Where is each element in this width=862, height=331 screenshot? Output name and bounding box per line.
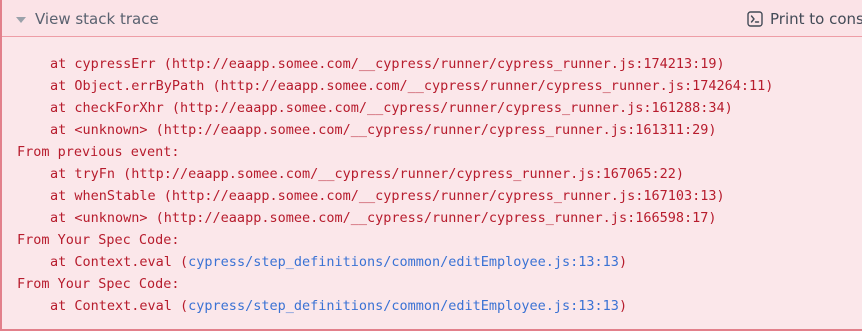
stack-line-suffix: ) (618, 298, 628, 314)
stack-line-text: at <unknown> (http://eaapp.somee.com/__c… (50, 122, 717, 138)
stack-line-text: at Context.eval ( (50, 254, 189, 270)
stack-frame-line: at Object.errByPath (http://eaapp.somee.… (17, 75, 862, 97)
stack-frame-line: at whenStable (http://eaapp.somee.com/__… (17, 185, 862, 207)
stack-line-text: at tryFn (http://eaapp.somee.com/__cypre… (50, 166, 684, 182)
stack-frame-line: at <unknown> (http://eaapp.somee.com/__c… (17, 119, 862, 141)
stack-trace-header: View stack trace Print to cons (2, 0, 862, 37)
stack-frame-line: at checkForXhr (http://eaapp.somee.com/_… (17, 97, 862, 119)
view-stack-trace-toggle[interactable]: View stack trace (16, 8, 159, 30)
stack-section-heading: From Your Spec Code: (17, 273, 862, 295)
stack-section-heading: From previous event: (17, 141, 862, 163)
terminal-icon (747, 11, 763, 27)
stack-frame-line: at Context.eval (cypress/step_definition… (17, 251, 862, 273)
stack-line-text: From Your Spec Code: (17, 232, 180, 248)
stack-line-text: at cypressErr (http://eaapp.somee.com/__… (50, 56, 725, 72)
stack-line-text: at whenStable (http://eaapp.somee.com/__… (50, 188, 725, 204)
error-stack-panel: View stack trace Print to cons at cypres… (0, 0, 862, 331)
stack-line-text: From Your Spec Code: (17, 276, 180, 292)
stack-trace-body: at cypressErr (http://eaapp.somee.com/__… (17, 53, 862, 317)
stack-line-text: at <unknown> (http://eaapp.somee.com/__c… (50, 210, 717, 226)
stack-line-text: at checkForXhr (http://eaapp.somee.com/_… (50, 100, 733, 116)
view-stack-trace-label: View stack trace (35, 10, 159, 28)
stack-line-suffix: ) (618, 254, 628, 270)
stack-frame-line: at <unknown> (http://eaapp.somee.com/__c… (17, 207, 862, 229)
stack-line-text: at Object.errByPath (http://eaapp.somee.… (50, 78, 774, 94)
stack-section-heading: From Your Spec Code: (17, 229, 862, 251)
stack-line-text: at Context.eval ( (50, 298, 189, 314)
stack-frame-line: at Context.eval (cypress/step_definition… (17, 295, 862, 317)
print-to-console-label: Print to cons (770, 10, 862, 28)
stack-frame-line: at tryFn (http://eaapp.somee.com/__cypre… (17, 163, 862, 185)
spec-file-link[interactable]: cypress/step_definitions/common/editEmpl… (188, 254, 619, 270)
stack-frame-line: at cypressErr (http://eaapp.somee.com/__… (17, 53, 862, 75)
caret-down-icon (16, 16, 26, 23)
print-to-console-button[interactable]: Print to cons (747, 8, 862, 30)
spec-file-link[interactable]: cypress/step_definitions/common/editEmpl… (188, 298, 619, 314)
stack-line-text: From previous event: (17, 144, 180, 160)
